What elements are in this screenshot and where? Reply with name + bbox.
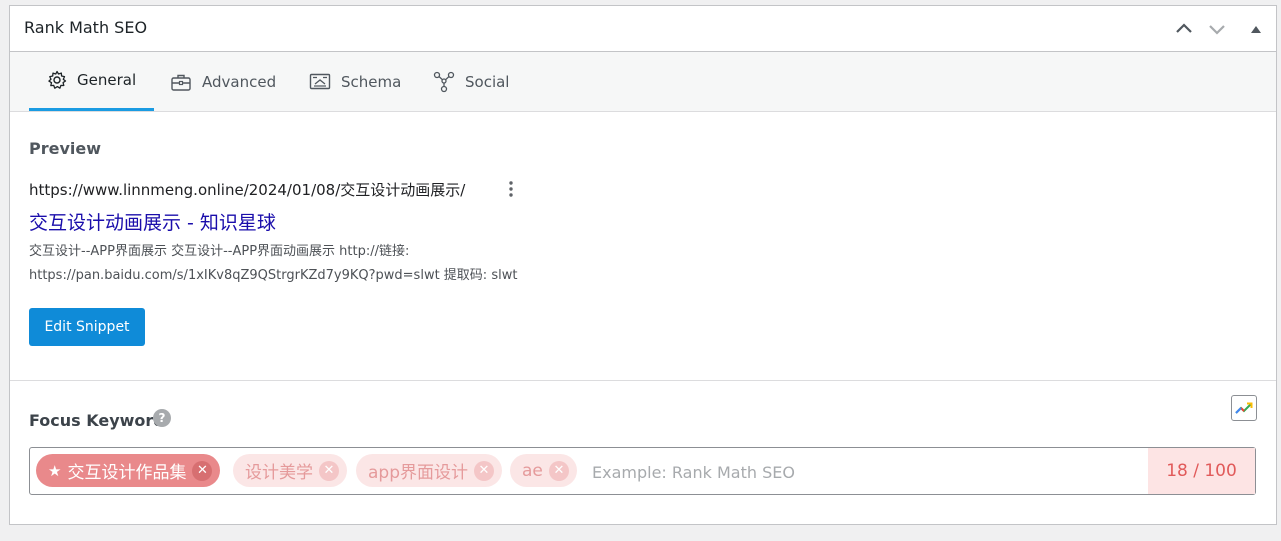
preview-heading: Preview — [29, 139, 102, 158]
tab-bar: General Advanced Schema Social — [10, 52, 1276, 112]
remove-keyword-icon[interactable]: ✕ — [548, 460, 569, 481]
keyword-chip-primary[interactable]: ★ 交互设计作品集 ✕ — [36, 454, 221, 487]
preview-description: 交互设计--APP界面展示 交互设计--APP界面动画展示 http://链接:… — [29, 240, 729, 288]
panel-header: Rank Math SEO — [10, 6, 1276, 52]
preview-title[interactable]: 交互设计动画展示 - 知识星球 — [29, 208, 276, 235]
tab-advanced[interactable]: Advanced — [170, 52, 276, 111]
chevron-down-icon — [1209, 25, 1225, 35]
move-up-button[interactable] — [1172, 17, 1196, 41]
seo-score-badge: 18 / 100 — [1148, 448, 1255, 494]
move-down-button[interactable] — [1205, 17, 1229, 41]
keyword-input[interactable] — [590, 456, 1114, 488]
trending-chart-icon — [1235, 402, 1253, 414]
toolbox-icon — [171, 74, 191, 91]
preview-description-line: https://pan.baidu.com/s/1xIKv8qZ9QStrgrK… — [29, 268, 518, 283]
keyword-chip-label: 交互设计作品集 — [67, 463, 187, 483]
focus-keyword-label: Focus Keyword — [29, 411, 165, 430]
keyword-chip-label: 设计美学 — [245, 463, 313, 483]
keyword-chip[interactable]: 设计美学 ✕ — [233, 454, 347, 487]
caret-up-icon — [1251, 26, 1261, 33]
remove-keyword-icon[interactable]: ✕ — [474, 460, 494, 481]
help-icon[interactable]: ? — [153, 409, 171, 427]
tab-advanced-label: Advanced — [202, 72, 277, 91]
tab-schema-label: Schema — [341, 72, 402, 91]
schema-icon — [309, 73, 331, 89]
panel-title: Rank Math SEO — [24, 18, 148, 37]
chevron-up-icon — [1176, 23, 1192, 33]
trends-button[interactable] — [1231, 395, 1257, 421]
tab-schema[interactable]: Schema — [309, 52, 401, 111]
focus-keyword-field[interactable]: ★ 交互设计作品集 ✕ 设计美学 ✕ app界面设计 ✕ ae ✕ 18 / 1… — [29, 447, 1256, 495]
keyword-chip[interactable]: ae ✕ — [510, 454, 577, 487]
tab-general[interactable]: General — [29, 52, 155, 111]
rank-math-panel: Rank Math SEO General Advanced Schema So… — [9, 5, 1277, 525]
edit-snippet-button[interactable]: Edit Snippet — [29, 308, 145, 346]
star-icon: ★ — [48, 461, 62, 480]
tab-general-label: General — [77, 71, 137, 89]
remove-keyword-icon[interactable]: ✕ — [319, 460, 339, 481]
more-options-icon[interactable] — [506, 180, 516, 198]
gear-icon — [48, 70, 67, 89]
collapse-toggle[interactable] — [1244, 17, 1268, 41]
preview-url: https://www.linnmeng.online/2024/01/08/交… — [29, 181, 466, 199]
social-share-icon — [433, 71, 455, 92]
tab-social[interactable]: Social — [433, 52, 509, 111]
remove-keyword-icon[interactable]: ✕ — [192, 460, 213, 481]
tab-social-label: Social — [465, 72, 510, 91]
keyword-chip-label: ae — [522, 460, 543, 481]
preview-description-line: 交互设计--APP界面展示 交互设计--APP界面动画展示 http://链接: — [29, 244, 410, 259]
keyword-chip-label: app界面设计 — [368, 463, 468, 483]
keyword-chip[interactable]: app界面设计 ✕ — [356, 454, 502, 487]
general-tab-content: Preview https://www.linnmeng.online/2024… — [10, 112, 1276, 381]
focus-keyword-section: Focus Keyword ? ★ 交互设计作品集 ✕ 设计美学 ✕ app界面… — [10, 381, 1276, 541]
